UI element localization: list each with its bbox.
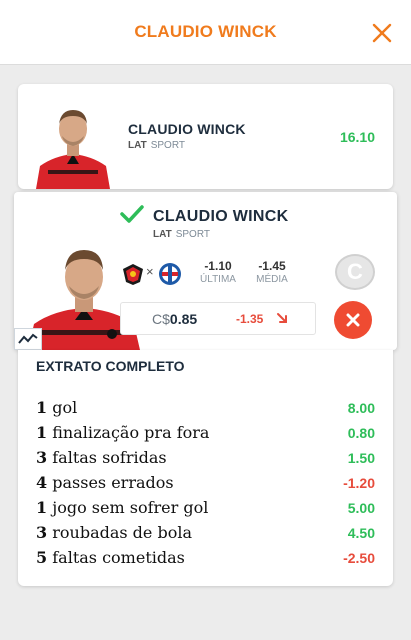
player-position: LAT [128, 140, 147, 151]
breakdown-action: roubadas de bola [52, 523, 193, 542]
breakdown-action: faltas sofridas [52, 448, 167, 467]
player-points: 16.10 [339, 129, 375, 145]
breakdown-action: gol [52, 398, 78, 417]
trend-icon [18, 333, 38, 344]
average-score: -1.45 MÉDIA [252, 259, 292, 285]
trend-button[interactable] [14, 328, 42, 350]
price-value: 0.85 [169, 311, 198, 327]
breakdown-label: 3 faltas sofridas [36, 448, 167, 467]
breakdown-row: 1 jogo sem sofrer gol 5.00 [36, 495, 375, 520]
breakdown-points: -2.50 [343, 549, 375, 566]
last-score-label: ÚLTIMA [200, 274, 236, 285]
detail-player-position: LAT [153, 229, 172, 240]
breakdown-label: 4 passes errados [36, 473, 174, 492]
breakdown-count: 3 [36, 523, 48, 542]
detail-player-name: CLAUDIO WINCK [153, 208, 289, 225]
player-meta: LAT SPORT [128, 140, 185, 151]
average-score-label: MÉDIA [256, 274, 288, 285]
average-score-value: -1.45 [258, 259, 286, 273]
breakdown-label: 1 finalização pra fora [36, 423, 209, 442]
player-detail-card: CLAUDIO WINCK LAT SPORT × -1.10 ÚLTIMA -… [14, 192, 397, 350]
match-separator: × [146, 264, 154, 279]
breakdown-count: 4 [36, 473, 48, 492]
score-breakdown: EXTRATO COMPLETO 1 gol 8.00 1 finalização… [18, 350, 393, 586]
breakdown-row: 3 faltas sofridas 1.50 [36, 445, 375, 470]
breakdown-action: finalização pra fora [52, 423, 210, 442]
breakdown-count: 5 [36, 548, 48, 567]
breakdown-count: 1 [36, 498, 48, 517]
player-club: SPORT [150, 140, 185, 151]
check-icon [120, 205, 144, 223]
breakdown-label: 3 roubadas de bola [36, 523, 192, 542]
breakdown-label: 5 faltas cometidas [36, 548, 185, 567]
breakdown-list: 1 gol 8.00 1 finalização pra fora 0.80 3 f… [36, 395, 375, 570]
sell-player-button[interactable] [334, 301, 372, 339]
price-currency: C$ [152, 311, 170, 327]
breakdown-label: 1 gol [36, 398, 77, 417]
breakdown-action: passes errados [52, 473, 174, 492]
bahia-crest-icon [159, 263, 181, 285]
breakdown-points: 4.50 [347, 524, 375, 541]
detail-player-club: SPORT [175, 229, 210, 240]
breakdown-action: jogo sem sofrer gol [52, 498, 209, 517]
arrow-down-right-icon [277, 313, 287, 323]
price-variation: -1.35 [236, 312, 264, 326]
detail-player-meta: LAT SPORT [153, 229, 210, 240]
last-score: -1.10 ÚLTIMA [198, 259, 238, 285]
price-box: C$0.85 -1.35 [120, 302, 316, 335]
last-score-value: -1.10 [204, 259, 232, 273]
captain-button[interactable]: C [335, 254, 375, 290]
breakdown-row: 3 roubadas de bola 4.50 [36, 520, 375, 545]
breakdown-row: 1 gol 8.00 [36, 395, 375, 420]
breakdown-points: 0.80 [347, 424, 375, 441]
breakdown-row: 1 finalização pra fora 0.80 [36, 420, 375, 445]
breakdown-count: 1 [36, 423, 48, 442]
breakdown-row: 5 faltas cometidas -2.50 [36, 545, 375, 570]
breakdown-heading: EXTRATO COMPLETO [36, 358, 185, 374]
breakdown-count: 3 [36, 448, 48, 467]
close-icon[interactable] [371, 22, 393, 44]
player-summary-card[interactable]: CLAUDIO WINCK LAT SPORT 16.10 [18, 84, 393, 189]
page-title: CLAUDIO WINCK [134, 22, 277, 41]
breakdown-points: 5.00 [347, 499, 375, 516]
breakdown-action: faltas cometidas [52, 548, 185, 567]
player-avatar [34, 104, 112, 189]
price: C$0.85 [152, 311, 197, 327]
breakdown-count: 1 [36, 398, 48, 417]
player-name: CLAUDIO WINCK [128, 121, 246, 137]
breakdown-points: 1.50 [347, 449, 375, 466]
sport-crest-icon [123, 264, 143, 285]
breakdown-label: 1 jogo sem sofrer gol [36, 498, 208, 517]
breakdown-points: 8.00 [347, 399, 375, 416]
breakdown-row: 4 passes errados -1.20 [36, 470, 375, 495]
breakdown-points: -1.20 [343, 474, 375, 491]
x-icon [346, 313, 360, 327]
header-bar: CLAUDIO WINCK [0, 0, 411, 65]
